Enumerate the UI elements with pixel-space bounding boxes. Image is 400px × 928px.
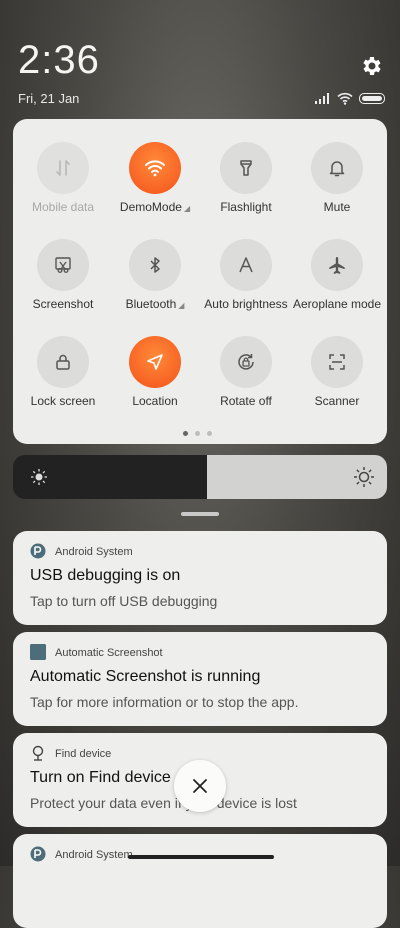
notification-card[interactable]: Android System USB debugging is on Tap t…: [13, 531, 387, 625]
system-icons: [315, 90, 385, 106]
bluetooth-icon[interactable]: [129, 239, 181, 291]
flashlight-icon[interactable]: [220, 142, 272, 194]
signal-icon: [315, 92, 331, 104]
notification-title: Turn on Find device: [30, 769, 171, 786]
clear-notifications-button[interactable]: [174, 760, 226, 812]
expand-triangle-icon: ◢: [183, 204, 191, 213]
brightness-low-icon: [29, 467, 49, 487]
tile-label: Mute: [323, 200, 351, 214]
tile-label: Location: [132, 394, 178, 408]
tile-flashlight[interactable]: Flashlight: [200, 142, 292, 228]
tile-label: DemoMode ◢: [103, 200, 207, 214]
tile-demomode[interactable]: DemoMode ◢: [109, 142, 201, 228]
notification-app-name: Android System: [55, 546, 133, 558]
notification-card[interactable]: Android System: [13, 834, 387, 928]
gear-icon[interactable]: [360, 54, 384, 78]
drag-handle[interactable]: [181, 512, 219, 516]
tile-label: Bluetooth ◢: [103, 297, 207, 311]
notification-title: Automatic Screenshot is running: [30, 668, 261, 685]
expand-triangle-icon: ◢: [178, 301, 185, 310]
location-icon[interactable]: [129, 336, 181, 388]
tile-auto-brightness[interactable]: Auto brightness: [200, 239, 292, 325]
tile-scanner[interactable]: Scanner: [291, 336, 383, 422]
scanner-icon[interactable]: [311, 336, 363, 388]
airplane-icon[interactable]: [311, 239, 363, 291]
page-dot: [207, 431, 212, 436]
lock-icon[interactable]: [37, 336, 89, 388]
tile-label: Screenshot: [32, 297, 94, 311]
page-dot-active: [183, 431, 188, 436]
tile-rotate-off[interactable]: Rotate off: [200, 336, 292, 422]
tile-aeroplane-mode[interactable]: Aeroplane mode: [291, 239, 383, 325]
notification-app-name: Automatic Screenshot: [55, 647, 163, 659]
tile-location[interactable]: Location: [109, 336, 201, 422]
quick-settings-panel: Mobile data DemoMode ◢ Flashlight Mute Sc…: [13, 119, 387, 444]
notification-text: Protect your data even if your device is…: [30, 795, 297, 811]
notification-text: Tap to turn off USB debugging: [30, 593, 218, 609]
tile-label-text: Bluetooth: [125, 297, 177, 311]
status-area: 2:36 Fri, 21 Jan: [0, 0, 400, 115]
mobile-data-icon[interactable]: [37, 142, 89, 194]
tile-label: Rotate off: [220, 394, 272, 408]
app-square-icon: [30, 644, 46, 660]
clock[interactable]: 2:36: [18, 38, 100, 83]
bell-icon[interactable]: [311, 142, 363, 194]
notification-title: USB debugging is on: [30, 567, 181, 584]
brightness-high-icon: [353, 466, 375, 488]
tile-bluetooth[interactable]: Bluetooth ◢: [109, 239, 201, 325]
auto-brightness-icon[interactable]: [220, 239, 272, 291]
rotate-lock-icon[interactable]: [220, 336, 272, 388]
gesture-navigation-bar[interactable]: [128, 855, 274, 859]
notification-card[interactable]: Automatic Screenshot Automatic Screensho…: [13, 632, 387, 726]
notification-app-name: Android System: [55, 849, 133, 861]
page-indicator: [183, 431, 212, 436]
page-dot: [195, 431, 200, 436]
location-pin-icon: [30, 745, 46, 761]
tile-label: Lock screen: [30, 394, 96, 408]
tile-label: Flashlight: [220, 200, 272, 214]
tile-label-text: DemoMode: [119, 200, 182, 214]
brightness-slider[interactable]: [13, 455, 387, 499]
notification-app-name: Find device: [55, 748, 112, 760]
tile-label: Mobile data: [31, 200, 95, 214]
android-system-icon: [30, 543, 46, 559]
notification-text: Tap for more information or to stop the …: [30, 694, 299, 710]
wifi-icon: [337, 92, 353, 105]
tile-label: Aeroplane mode: [292, 297, 382, 311]
wifi-icon[interactable]: [129, 142, 181, 194]
scissors-icon[interactable]: [37, 239, 89, 291]
tile-mobile-data[interactable]: Mobile data: [17, 142, 109, 228]
tile-mute[interactable]: Mute: [291, 142, 383, 228]
date[interactable]: Fri, 21 Jan: [18, 91, 79, 106]
tile-lock-screen[interactable]: Lock screen: [17, 336, 109, 422]
android-system-icon: [30, 846, 46, 862]
tile-label: Scanner: [314, 394, 360, 408]
close-icon: [192, 778, 208, 794]
tile-screenshot[interactable]: Screenshot: [17, 239, 109, 325]
battery-icon: [359, 92, 385, 104]
tile-label: Auto brightness: [204, 297, 288, 311]
